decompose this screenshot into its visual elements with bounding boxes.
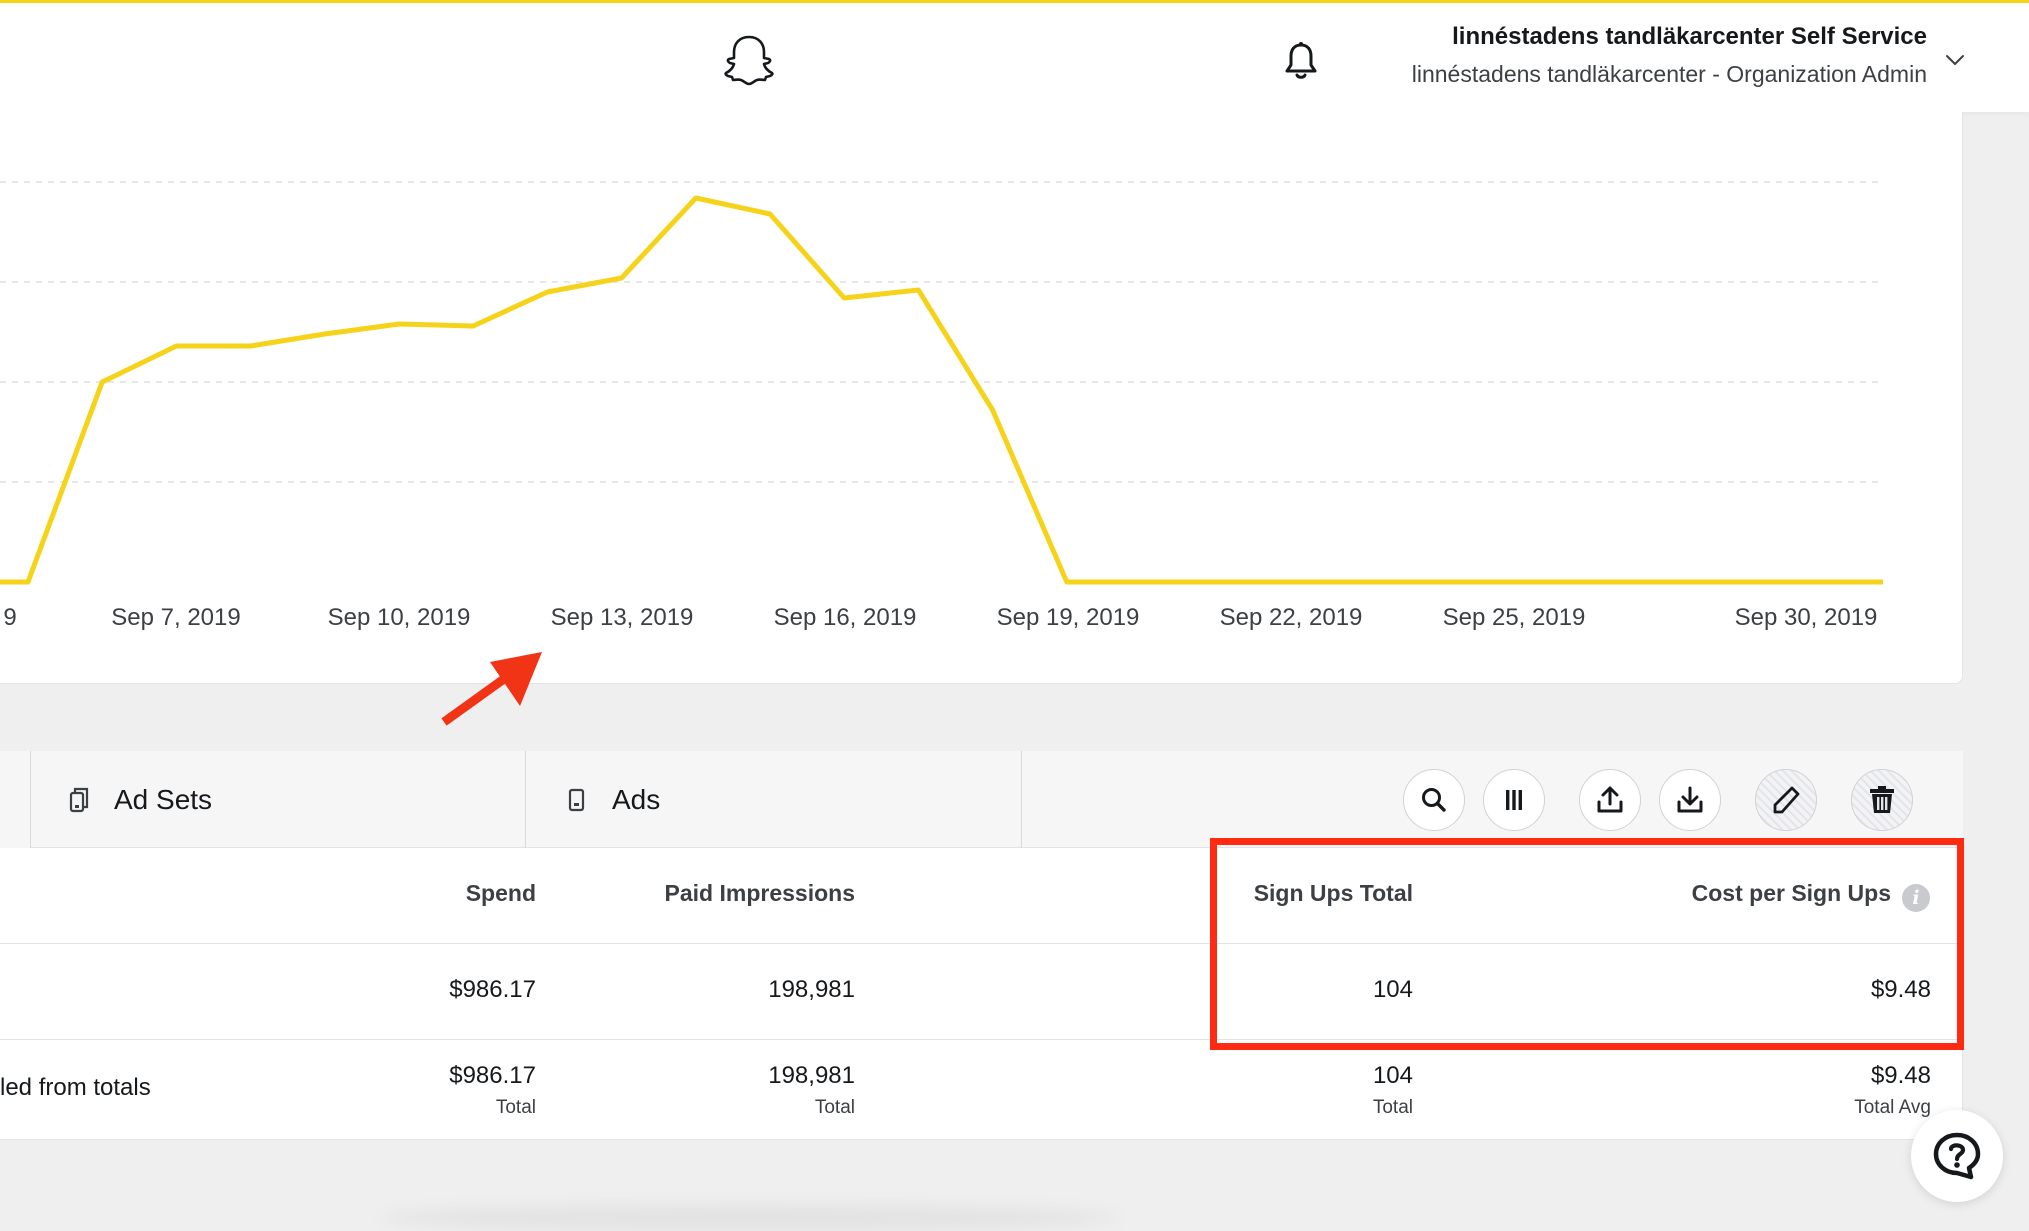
x-tick-label: Sep 22, 2019: [1219, 604, 1363, 631]
totals-spend: $986.17: [449, 1062, 536, 1089]
ad-sets-icon: [69, 787, 89, 812]
account-name[interactable]: linnéstadens tandläkarcenter Self Servic…: [1452, 23, 1927, 51]
search-icon: [1422, 788, 1446, 812]
totals-label: led from totals: [0, 1074, 151, 1101]
highlight-box: [1210, 838, 1964, 1050]
download-icon: [1677, 786, 1703, 813]
x-tick-label: 9: [3, 604, 17, 631]
totals-spend-sub: Total: [495, 1097, 536, 1118]
top-bar: linnéstadens tandläkarcenter Self Servic…: [0, 0, 2029, 112]
x-tick-label: Sep 10, 2019: [327, 604, 471, 631]
bell-icon[interactable]: [1283, 41, 1319, 81]
help-button[interactable]: [1911, 1110, 2003, 1202]
totals-cost-per-sign-ups: $9.48: [1870, 1062, 1931, 1089]
tab-ads[interactable]: Ads: [526, 751, 1022, 848]
x-tick-label: Sep 30, 2019: [1734, 604, 1878, 631]
bottom-shadow: [380, 1205, 1120, 1231]
pencil-icon: [1773, 786, 1800, 814]
x-tick-label: Sep 19, 2019: [996, 604, 1140, 631]
x-tick-label: Sep 13, 2019: [550, 604, 694, 631]
totals-paid-impressions-sub: Total: [814, 1097, 855, 1118]
chevron-down-icon[interactable]: [1944, 51, 1966, 69]
totals-paid-impressions: 198,981: [768, 1062, 855, 1089]
header-spend[interactable]: Spend: [466, 880, 536, 907]
totals-cost-per-sign-ups-sub: Total Avg: [1854, 1097, 1931, 1118]
line-chart: [0, 181, 1883, 585]
row-paid-impressions: 198,981: [768, 976, 855, 1003]
columns-button[interactable]: [1483, 769, 1545, 831]
edit-button[interactable]: [1755, 769, 1817, 831]
totals-sign-ups-total-sub: Total: [1372, 1097, 1413, 1118]
totals-sign-ups-total: 104: [1372, 1062, 1413, 1089]
tab-partial[interactable]: [0, 751, 31, 848]
ads-icon: [568, 788, 585, 811]
x-tick-label: Sep 16, 2019: [773, 604, 917, 631]
tab-ads-label: Ads: [612, 783, 661, 815]
account-role[interactable]: linnéstadens tandläkarcenter - Organizat…: [1412, 61, 1927, 88]
annotation-arrow-icon: [441, 652, 542, 726]
tab-ad-sets-label: Ad Sets: [114, 783, 213, 815]
tab-ad-sets[interactable]: Ad Sets: [30, 751, 526, 848]
upload-icon: [1597, 786, 1623, 813]
columns-icon: [1506, 790, 1522, 810]
x-tick-label: Sep 7, 2019: [111, 604, 241, 631]
search-button[interactable]: [1403, 769, 1465, 831]
help-icon: [1933, 1132, 1981, 1180]
download-button[interactable]: [1659, 769, 1721, 831]
delete-button[interactable]: [1851, 769, 1913, 831]
x-tick-label: Sep 25, 2019: [1442, 604, 1586, 631]
snapchat-ghost-icon[interactable]: [722, 33, 776, 87]
row-spend: $986.17: [449, 976, 536, 1003]
trash-icon: [1870, 786, 1894, 813]
upload-button[interactable]: [1579, 769, 1641, 831]
series-line: [0, 195, 1883, 585]
header-paid-impressions[interactable]: Paid Impressions: [665, 880, 855, 907]
